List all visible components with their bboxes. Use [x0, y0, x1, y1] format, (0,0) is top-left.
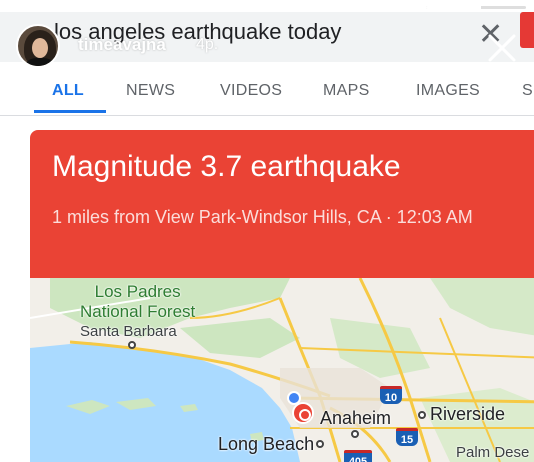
tab-maps[interactable]: MAPS: [323, 82, 370, 100]
search-tabs: ALL NEWS VIDEOS MAPS IMAGES S: [0, 62, 534, 116]
tab-videos[interactable]: VIDEOS: [220, 82, 282, 100]
story-username[interactable]: timeavajna: [78, 35, 166, 55]
map-label-riverside: Riverside: [430, 404, 506, 424]
tab-all[interactable]: ALL: [52, 82, 84, 100]
map-label-long-beach: Long Beach: [218, 434, 315, 454]
earthquake-card[interactable]: Magnitude 3.7 earthquake 1 miles from Vi…: [30, 130, 534, 278]
progress-segment: [216, 6, 318, 9]
earthquake-map[interactable]: Los Padres National Forest Santa Barbara…: [30, 278, 534, 462]
map-label-anaheim: Anaheim: [320, 408, 392, 428]
epicenter-marker-icon[interactable]: [292, 402, 314, 424]
highway-shield-15: 15: [396, 428, 418, 446]
highway-shield-405: 405: [344, 450, 372, 462]
active-tab-indicator: [34, 110, 106, 113]
earthquake-location-time: 1 miles from View Park-Windsor Hills, CA…: [52, 207, 473, 227]
map-label-palm-desert: Palm Dese: [456, 444, 530, 461]
city-marker: [128, 341, 136, 349]
partial-red-element: [520, 12, 534, 48]
map-label-forest: Los Padres National Forest: [80, 282, 196, 321]
highway-shield-10: 10: [380, 386, 402, 404]
city-marker: [351, 430, 359, 438]
avatar[interactable]: [16, 24, 60, 68]
progress-segment: [425, 6, 527, 9]
city-marker: [316, 440, 324, 448]
tab-images[interactable]: IMAGES: [416, 82, 480, 100]
earthquake-title: Magnitude 3.7 earthquake: [52, 150, 401, 183]
close-story-icon[interactable]: [484, 30, 520, 66]
tab-shopping[interactable]: S: [522, 82, 533, 100]
progress-segment: [112, 6, 213, 9]
tab-news[interactable]: NEWS: [126, 82, 175, 100]
progress-segment: [321, 6, 422, 9]
story-progress: [8, 6, 527, 9]
progress-segment: [8, 6, 109, 9]
city-marker: [418, 411, 426, 419]
map-label-santa-barbara: Santa Barbara: [80, 323, 177, 340]
story-timestamp: 4p.: [196, 36, 219, 53]
